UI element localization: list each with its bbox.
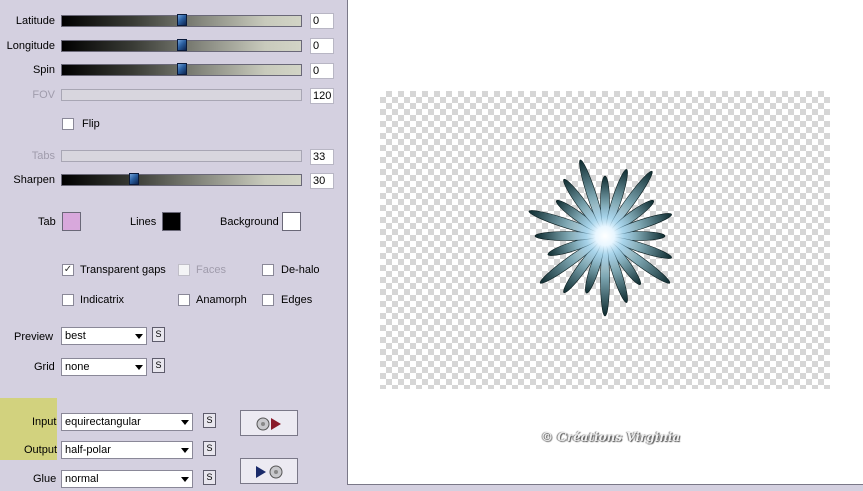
preview-s-button[interactable]: S xyxy=(152,327,165,342)
longitude-input[interactable]: 0 xyxy=(310,38,334,54)
faces-checkbox xyxy=(178,264,190,276)
background-color-label: Background xyxy=(220,216,279,228)
preview-canvas xyxy=(380,91,830,389)
indicatrix-checkbox[interactable] xyxy=(62,294,74,306)
preview-label: Preview xyxy=(14,331,54,343)
chevron-down-icon xyxy=(181,477,189,482)
longitude-label: Longitude xyxy=(6,40,55,52)
fov-label: FOV xyxy=(32,89,55,101)
grid-label: Grid xyxy=(34,361,55,373)
tabs-input: 33 xyxy=(310,149,334,165)
de-halo-checkbox[interactable] xyxy=(262,264,274,276)
chevron-down-icon xyxy=(181,420,189,425)
fov-slider xyxy=(61,89,302,101)
longitude-slider-thumb[interactable] xyxy=(176,39,187,51)
polar-flower-image xyxy=(528,159,672,317)
latitude-slider[interactable] xyxy=(61,14,302,27)
faces-label: Faces xyxy=(196,264,226,276)
background-color-swatch[interactable] xyxy=(282,212,301,231)
tab-color-swatch[interactable] xyxy=(62,212,81,231)
anamorph-label: Anamorph xyxy=(196,294,247,306)
input-label: Input xyxy=(32,416,57,428)
output-s-button[interactable]: S xyxy=(203,441,216,456)
sharpen-input[interactable]: 30 xyxy=(310,173,334,189)
input-select-value: equirectangular xyxy=(65,416,141,428)
output-label: Output xyxy=(24,444,58,456)
sharpen-label: Sharpen xyxy=(13,174,55,186)
grid-s-button[interactable]: S xyxy=(152,358,165,373)
input-select[interactable]: equirectangular xyxy=(61,413,193,431)
preview-select[interactable]: best xyxy=(61,327,147,345)
flip-label: Flip xyxy=(82,118,100,130)
flip-checkbox[interactable] xyxy=(62,118,74,130)
tabs-label: Tabs xyxy=(31,150,55,162)
edges-label: Edges xyxy=(281,294,313,306)
tab-color-label: Tab xyxy=(38,216,56,228)
grid-select-value: none xyxy=(65,361,90,373)
sharpen-slider-thumb[interactable] xyxy=(128,173,139,185)
anamorph-checkbox[interactable] xyxy=(178,294,190,306)
latitude-input[interactable]: 0 xyxy=(310,13,334,29)
longitude-slider[interactable] xyxy=(61,39,302,52)
glue-select-value: normal xyxy=(65,473,99,485)
indicatrix-label: Indicatrix xyxy=(80,294,125,306)
fov-input: 120 xyxy=(310,88,334,104)
glue-s-button[interactable]: S xyxy=(203,470,216,485)
spin-slider[interactable] xyxy=(61,63,302,76)
spin-slider-thumb[interactable] xyxy=(176,63,187,75)
output-select[interactable]: half-polar xyxy=(61,441,193,459)
lines-color-label: Lines xyxy=(130,216,157,228)
latitude-label: Latitude xyxy=(15,15,55,27)
grid-select[interactable]: none xyxy=(61,358,147,376)
sharpen-slider[interactable] xyxy=(61,173,302,186)
output-select-value: half-polar xyxy=(65,444,111,456)
de-halo-label: De-halo xyxy=(281,264,320,276)
disc-to-play-icon xyxy=(256,417,281,431)
chevron-down-icon xyxy=(181,448,189,453)
chevron-down-icon xyxy=(135,334,143,339)
apply-reverse-button[interactable] xyxy=(240,458,298,484)
edges-checkbox[interactable] xyxy=(262,294,274,306)
spin-label: Spin xyxy=(32,64,55,76)
transparent-gaps-label: Transparent gaps xyxy=(80,264,166,276)
spin-input[interactable]: 0 xyxy=(310,63,334,79)
glue-label: Glue xyxy=(33,473,57,485)
watermark-text: © Créations Virginia xyxy=(541,430,681,444)
transparent-gaps-checkbox[interactable]: ✓ xyxy=(62,264,74,276)
glue-select[interactable]: normal xyxy=(61,470,193,488)
chevron-down-icon xyxy=(135,365,143,370)
preview-select-value: best xyxy=(65,330,86,342)
latitude-slider-thumb[interactable] xyxy=(176,14,187,26)
input-s-button[interactable]: S xyxy=(203,413,216,428)
play-to-disc-icon xyxy=(256,465,283,479)
lines-color-swatch[interactable] xyxy=(162,212,181,231)
tabs-slider xyxy=(61,150,302,162)
apply-forward-button[interactable] xyxy=(240,410,298,436)
